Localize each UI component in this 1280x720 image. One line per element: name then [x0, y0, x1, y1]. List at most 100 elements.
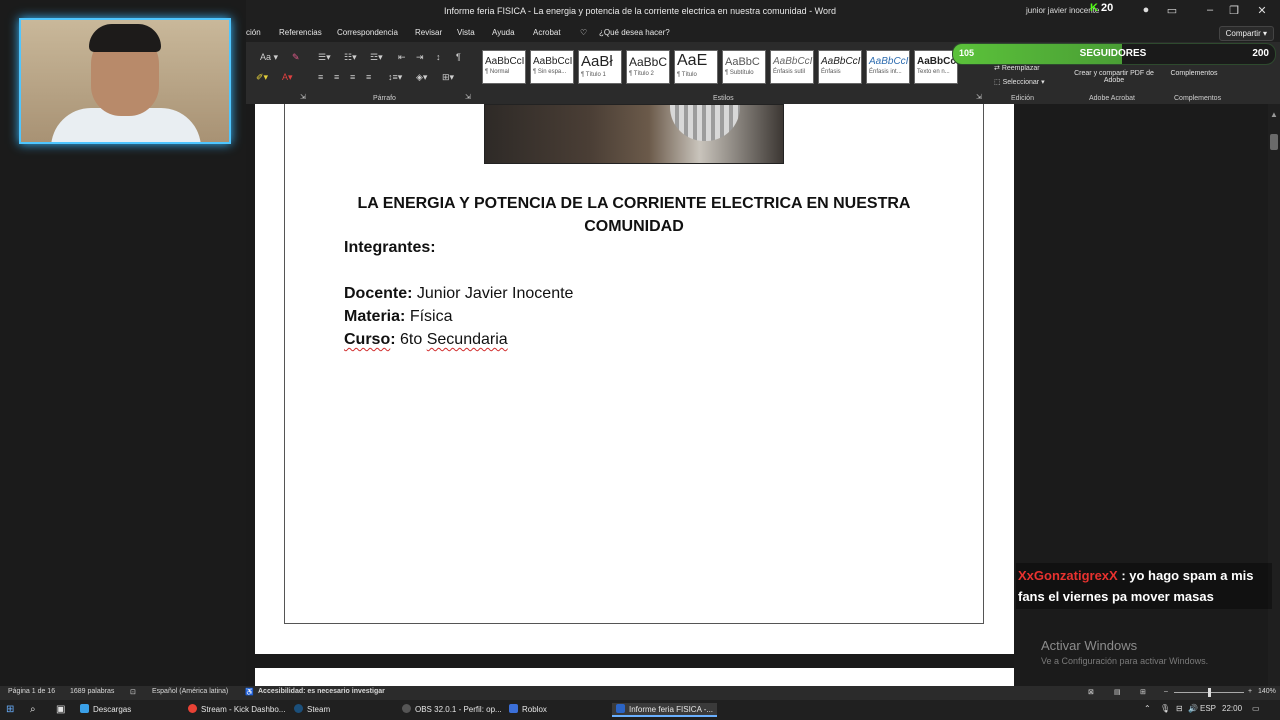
- page-count[interactable]: Página 1 de 16: [8, 688, 55, 695]
- style-subtitulo[interactable]: AaBbC ¶ Subtítulo: [722, 50, 766, 84]
- restore-icon[interactable]: ❐: [1224, 4, 1244, 17]
- user-name[interactable]: junior javier inocente: [1026, 6, 1099, 15]
- word-count[interactable]: 1689 palabras: [70, 688, 114, 695]
- dialog-launcher-icon[interactable]: ⇲: [465, 93, 471, 101]
- document-page-next[interactable]: [255, 668, 1014, 688]
- zoom-in-icon[interactable]: +: [1248, 688, 1252, 695]
- taskbar-item-obs[interactable]: OBS 32.0.1 - Perfil: op...: [402, 703, 502, 717]
- taskbar-item-word[interactable]: Informe feria FISICA -...: [612, 703, 718, 717]
- webcam-feed: [19, 18, 231, 144]
- activation-subtitle: Ve a Configuración para activar Windows.: [1041, 656, 1209, 666]
- kick-badge: K 20: [1090, 2, 1113, 14]
- style-titulo[interactable]: AaE ¶ Título: [674, 50, 718, 84]
- account-avatar-icon[interactable]: ●: [1136, 4, 1156, 16]
- search-icon[interactable]: ⌕: [30, 703, 36, 717]
- group-label-complementos: Complementos: [1174, 95, 1222, 102]
- pilcrow-icon[interactable]: ¶: [456, 52, 461, 62]
- tab-correspondencia[interactable]: Correspondencia: [337, 28, 398, 37]
- close-icon[interactable]: ✕: [1252, 4, 1272, 17]
- tell-me-search[interactable]: ¿Qué desea hacer?: [599, 28, 670, 37]
- addins-button[interactable]: Complementos: [1164, 70, 1224, 77]
- lightbulb-image[interactable]: [484, 104, 784, 164]
- materia-line[interactable]: Materia: Física: [344, 308, 452, 326]
- create-pdf-button[interactable]: Crear y compartir PDF de Adobe: [1064, 70, 1164, 84]
- indent-decrease-icon[interactable]: ⇤: [398, 52, 406, 63]
- windows-start-icon[interactable]: ⊞: [6, 703, 14, 717]
- print-layout-icon[interactable]: ▤: [1114, 688, 1121, 696]
- steam-icon: [294, 704, 303, 713]
- line-spacing-icon[interactable]: ↕≡▾: [388, 72, 402, 83]
- share-button[interactable]: Compartir ▾: [1218, 26, 1274, 41]
- replace-button[interactable]: ⇄ Reemplazar: [994, 64, 1040, 72]
- bullets-icon[interactable]: ☰▾: [318, 52, 331, 63]
- taskbar-item-steam[interactable]: Steam: [294, 703, 330, 717]
- shading-icon[interactable]: ◈▾: [416, 72, 427, 83]
- font-case-icon[interactable]: Aa ▾: [260, 52, 278, 63]
- dialog-launcher-icon[interactable]: ⇲: [300, 93, 306, 101]
- align-right-icon[interactable]: ≡: [350, 72, 355, 82]
- zoom-out-icon[interactable]: –: [1164, 688, 1168, 695]
- proofing-icon[interactable]: ⊡: [130, 688, 136, 696]
- multilevel-icon[interactable]: ☲▾: [370, 52, 383, 63]
- highlight-icon[interactable]: ✐▾: [256, 72, 268, 83]
- justify-icon[interactable]: ≡: [366, 72, 371, 82]
- tab-referencias[interactable]: Referencias: [279, 28, 322, 37]
- tab-disposicion[interactable]: ción: [246, 28, 261, 37]
- tab-ayuda[interactable]: Ayuda: [492, 28, 515, 37]
- accessibility-icon[interactable]: ♿: [245, 688, 254, 696]
- align-left-icon[interactable]: ≡: [318, 72, 323, 82]
- focus-mode-icon[interactable]: ⊠: [1088, 688, 1094, 696]
- task-view-icon[interactable]: ▣: [56, 703, 65, 717]
- input-language[interactable]: ESP: [1200, 704, 1216, 713]
- font-color-icon[interactable]: A▾: [282, 72, 293, 83]
- sort-icon[interactable]: ↕: [436, 52, 441, 62]
- style-enfasis-sutil[interactable]: AaBbCcI Énfasis sutil: [770, 50, 814, 84]
- tray-chevron-icon[interactable]: ⌃: [1144, 704, 1151, 713]
- select-button[interactable]: ⬚ Seleccionar ▾: [994, 78, 1045, 86]
- zoom-level[interactable]: 140%: [1258, 688, 1276, 695]
- notifications-icon[interactable]: ▭: [1252, 704, 1260, 713]
- taskbar-item-chrome[interactable]: Stream - Kick Dashbo...: [188, 703, 285, 717]
- style-sin-espaciado[interactable]: AaBbCcI ¶ Sin espa...: [530, 50, 574, 84]
- align-center-icon[interactable]: ≡: [334, 72, 339, 82]
- network-icon[interactable]: ⊟: [1176, 704, 1183, 713]
- clock[interactable]: 22:00: [1222, 704, 1242, 713]
- ribbon-display-icon[interactable]: ▭: [1162, 4, 1182, 17]
- zoom-slider-knob[interactable]: [1208, 688, 1211, 697]
- web-layout-icon[interactable]: ⊞: [1140, 688, 1146, 696]
- kick-count: 20: [1101, 2, 1114, 14]
- volume-icon[interactable]: 🔊: [1188, 704, 1198, 713]
- language-indicator[interactable]: Español (América latina): [152, 688, 228, 695]
- page-border: [284, 104, 984, 624]
- style-enfasis-intenso[interactable]: AaBbCcI Énfasis int...: [866, 50, 910, 84]
- taskbar-item-roblox[interactable]: Roblox: [509, 703, 547, 717]
- group-label-edicion: Edición: [1011, 95, 1034, 102]
- scroll-thumb[interactable]: [1270, 134, 1278, 150]
- style-normal[interactable]: AaBbCcI ¶ Normal: [482, 50, 526, 84]
- document-title[interactable]: LA ENERGIA Y POTENCIA DE LA CORRIENTE EL…: [344, 192, 924, 238]
- numbering-icon[interactable]: ☷▾: [344, 52, 357, 63]
- tab-acrobat[interactable]: Acrobat: [533, 28, 561, 37]
- microphone-icon[interactable]: 🎙: [1160, 704, 1170, 713]
- style-titulo-1[interactable]: AaBł ¶ Título 1: [578, 50, 622, 84]
- obs-icon: [402, 704, 411, 713]
- style-titulo-2[interactable]: AaBbC ¶ Título 2: [626, 50, 670, 84]
- curso-line[interactable]: Curso: 6to Secundaria: [344, 331, 508, 349]
- indent-increase-icon[interactable]: ⇥: [416, 52, 424, 63]
- chrome-icon: [188, 704, 197, 713]
- minimize-icon[interactable]: –: [1200, 4, 1220, 16]
- taskbar-item-descargas[interactable]: Descargas: [80, 703, 131, 717]
- scroll-up-icon[interactable]: ▲: [1270, 110, 1278, 119]
- zoom-slider[interactable]: [1174, 688, 1244, 697]
- dialog-launcher-icon[interactable]: ⇲: [976, 93, 982, 101]
- tab-vista[interactable]: Vista: [457, 28, 475, 37]
- style-enfasis[interactable]: AaBbCcI Énfasis: [818, 50, 862, 84]
- followers-goal-bar: 105 SEGUIDORES 200: [952, 43, 1276, 65]
- accessibility-status[interactable]: Accesibilidad: es necesario investigar: [258, 688, 385, 695]
- tab-revisar[interactable]: Revisar: [415, 28, 442, 37]
- borders-icon[interactable]: ⊞▾: [442, 72, 454, 83]
- clear-format-icon[interactable]: ✎: [292, 52, 300, 63]
- docente-line[interactable]: Docente: Junior Javier Inocente: [344, 285, 573, 303]
- integrantes-heading[interactable]: Integrantes:: [344, 239, 436, 257]
- activation-title: Activar Windows: [1041, 638, 1138, 653]
